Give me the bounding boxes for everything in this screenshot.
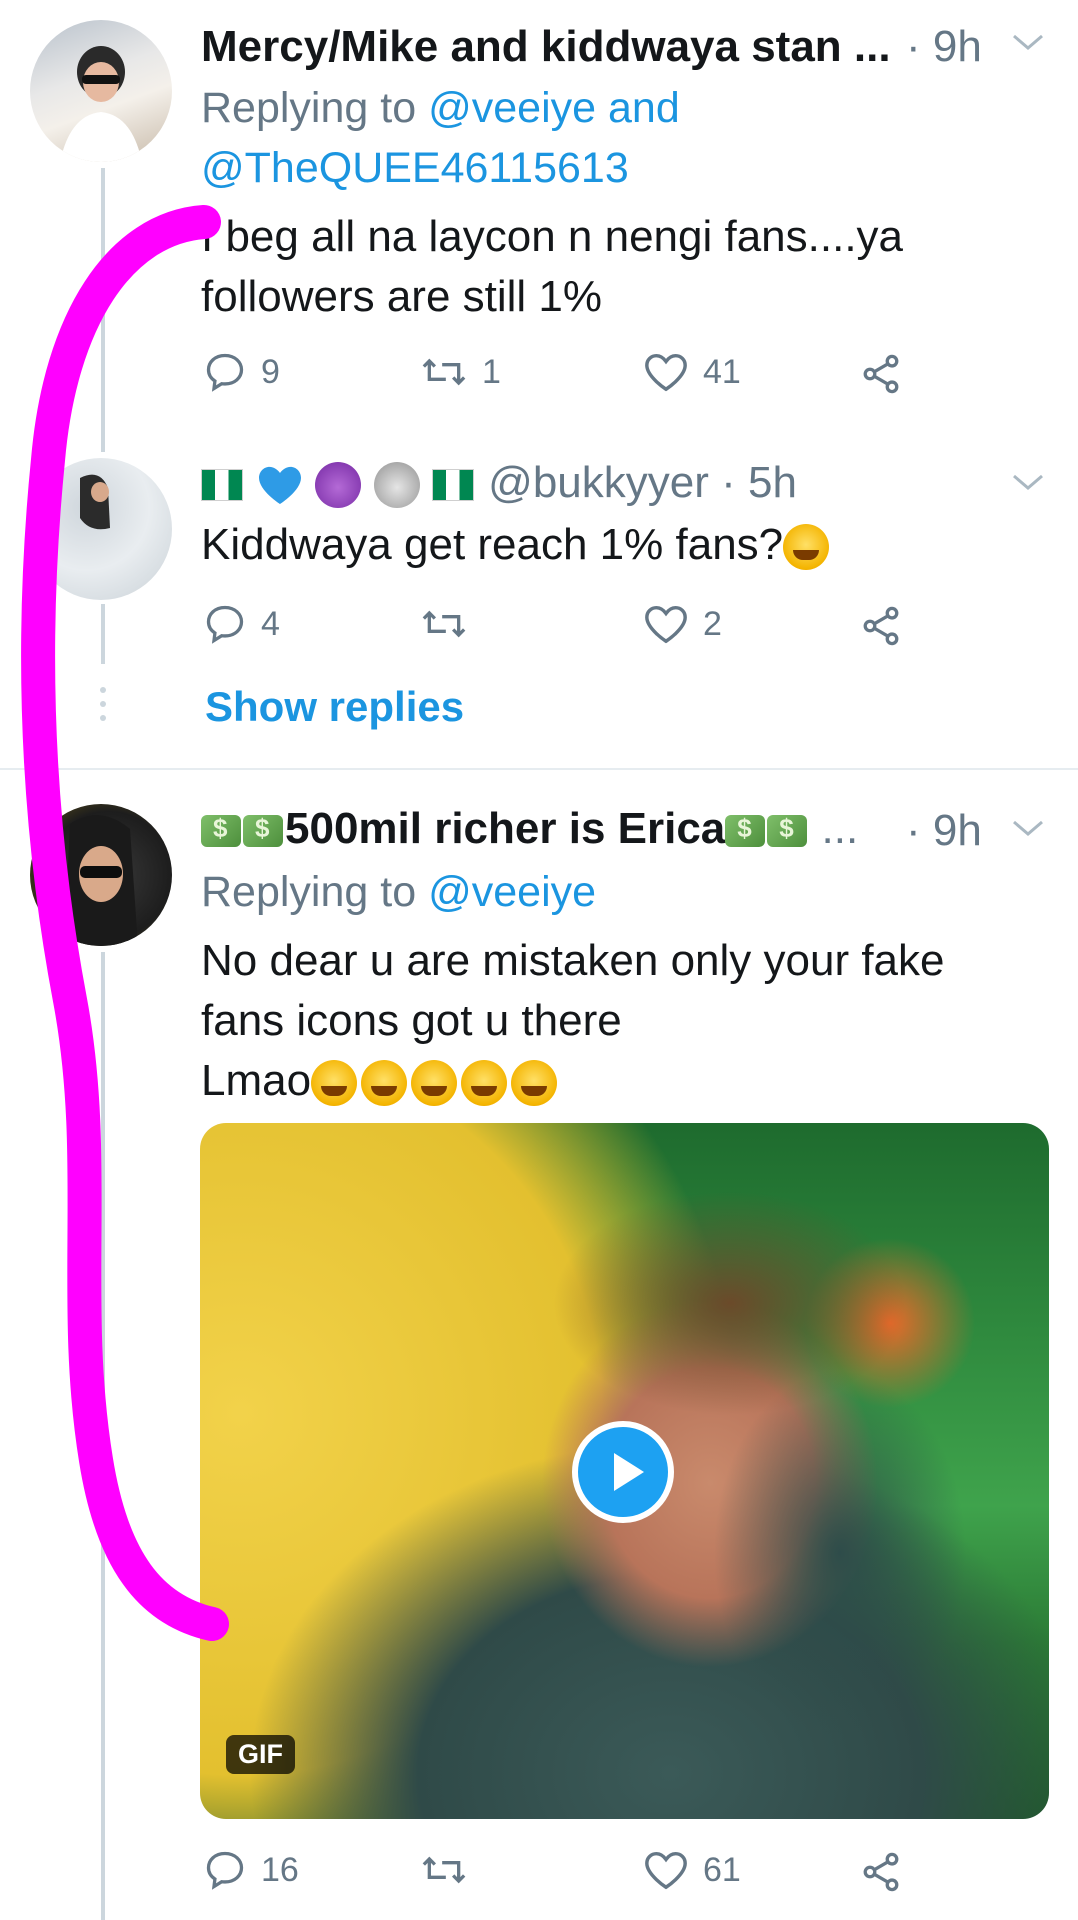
money-wings-icon — [201, 813, 241, 848]
reply-icon — [206, 1851, 244, 1890]
chevron-down-icon[interactable] — [1010, 816, 1046, 840]
avatar-portrait — [60, 46, 142, 162]
wolf-icon — [373, 462, 420, 509]
chevron-down-icon[interactable] — [1010, 30, 1046, 54]
share-icon[interactable] — [858, 1850, 904, 1894]
replying-to: Replying to @veeiye — [201, 868, 596, 917]
gif-badge: GIF — [226, 1735, 295, 1774]
like-count: 41 — [703, 352, 741, 391]
name-ellipsis: ... — [821, 804, 859, 853]
tweet-text-line: fans icons got u there — [201, 996, 622, 1045]
nigeria-flag-icon — [431, 469, 474, 502]
avatar-portrait — [80, 474, 110, 530]
replying-to: Replying to @veeiye and — [201, 84, 680, 133]
author-handle: @bukkyyer — [488, 458, 709, 507]
blue-heart-icon — [259, 467, 302, 505]
retweet-button[interactable] — [420, 1848, 482, 1892]
reply-count: 9 — [261, 352, 280, 391]
nigeria-flag-icon — [201, 469, 243, 502]
laughing-tears-icon — [411, 1060, 458, 1107]
retweet-button[interactable]: 1 — [420, 350, 501, 394]
reply-count: 16 — [261, 1850, 299, 1889]
like-count: 61 — [703, 1850, 741, 1889]
thread-line — [101, 168, 105, 452]
thread-line — [101, 604, 105, 664]
tweet-text-line: I beg all na laycon n nengi fans....ya — [201, 212, 904, 261]
share-icon[interactable] — [858, 352, 904, 396]
smiling-devil-icon — [315, 462, 362, 509]
chevron-down-icon[interactable] — [1010, 470, 1046, 494]
replying-prefix: Replying to — [201, 868, 417, 916]
tweet-text-line: Lmao — [201, 1050, 561, 1111]
avatar[interactable] — [30, 458, 172, 600]
money-wings-icon — [767, 813, 808, 848]
tweet-text-line: No dear u are mistaken only your fake — [201, 936, 945, 985]
heart-icon — [645, 353, 687, 392]
author-name[interactable]: @bukkyyer · 5h — [201, 458, 797, 509]
retweet-icon — [422, 358, 466, 386]
retweet-icon — [422, 610, 466, 638]
author-name[interactable]: 500mil richer is Erica ... — [201, 804, 858, 854]
reply-handle-link[interactable]: @TheQUEE46115613 — [201, 144, 629, 193]
laughing-tears-icon — [783, 524, 830, 571]
gif-media[interactable]: GIF — [200, 1123, 1049, 1819]
avatar-portrait — [64, 815, 138, 946]
avatar[interactable] — [30, 20, 172, 162]
reply-handle-link[interactable]: @veeiye and — [428, 84, 680, 132]
reply-icon — [206, 605, 244, 644]
divider — [0, 768, 1078, 770]
avatar[interactable] — [30, 804, 172, 946]
tweet-text-content: Lmao — [201, 1056, 312, 1105]
retweet-count: 1 — [482, 352, 501, 391]
reply-count: 4 — [261, 604, 280, 643]
like-count: 2 — [703, 604, 722, 643]
like-button[interactable]: 2 — [643, 602, 722, 646]
like-button[interactable]: 61 — [643, 1848, 741, 1892]
author-name[interactable]: Mercy/Mike and kiddwaya stan ... — [201, 22, 891, 72]
reply-button[interactable]: 9 — [203, 350, 280, 394]
retweet-button[interactable] — [420, 602, 482, 646]
laughing-tears-icon — [311, 1060, 358, 1107]
tweet-time[interactable]: · 9h — [906, 806, 982, 856]
tweet-text: Kiddwaya get reach 1% fans? — [201, 514, 833, 575]
like-button[interactable]: 41 — [643, 350, 741, 394]
laughing-tears-icon — [461, 1060, 508, 1107]
tweet-text-content: Kiddwaya get reach 1% fans? — [201, 520, 784, 569]
laughing-tears-icon — [511, 1060, 558, 1107]
money-wings-icon — [243, 813, 283, 848]
author-name-text: 500mil richer is Erica — [285, 804, 726, 853]
tweet-time[interactable]: · 5h — [721, 458, 797, 507]
reply-icon — [206, 353, 244, 392]
share-icon[interactable] — [858, 604, 904, 648]
money-wings-icon — [725, 813, 766, 848]
tweet-text-line: followers are still 1% — [201, 272, 603, 321]
thread-line — [101, 952, 105, 1920]
play-button[interactable] — [572, 1421, 674, 1523]
laughing-tears-icon — [361, 1060, 408, 1107]
retweet-icon — [422, 1856, 466, 1884]
heart-icon — [645, 1851, 687, 1890]
reply-button[interactable]: 16 — [203, 1848, 299, 1892]
tweet-time[interactable]: · 9h — [906, 22, 982, 72]
reply-handle-link[interactable]: @veeiye — [428, 868, 596, 916]
thread-dots — [100, 687, 106, 721]
show-replies-link[interactable]: Show replies — [205, 683, 464, 731]
replying-prefix: Replying to — [201, 84, 417, 132]
reply-button[interactable]: 4 — [203, 602, 280, 646]
heart-icon — [645, 605, 687, 644]
